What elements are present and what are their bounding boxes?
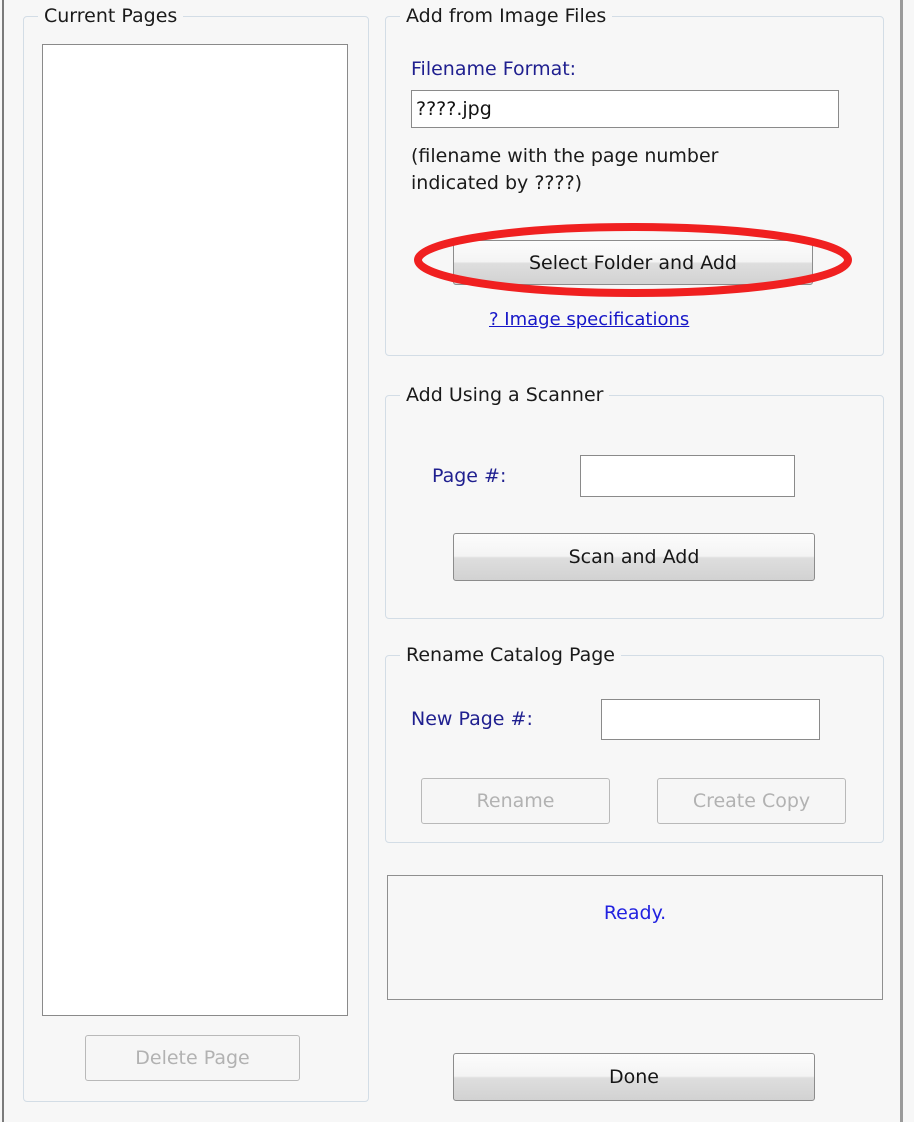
- image-specifications-link[interactable]: ? Image specifications: [489, 309, 689, 330]
- scan-and-add-button[interactable]: Scan and Add: [453, 533, 815, 581]
- add-using-scanner-group-title: Add Using a Scanner: [400, 385, 610, 406]
- filename-format-hint-line-1: (filename with the page number: [411, 145, 719, 167]
- page-number-label: Page #:: [432, 465, 507, 487]
- rename-catalog-page-group-title: Rename Catalog Page: [400, 645, 621, 666]
- filename-format-input[interactable]: ????.jpg: [411, 90, 839, 128]
- create-copy-button[interactable]: Create Copy: [657, 778, 846, 824]
- scan-and-add-button-label: Scan and Add: [568, 546, 700, 568]
- page-number-input[interactable]: [580, 455, 795, 497]
- add-from-image-files-group-title: Add from Image Files: [400, 6, 613, 27]
- new-page-number-input[interactable]: [601, 699, 820, 740]
- filename-format-label: Filename Format:: [411, 58, 577, 80]
- filename-format-hint-line-2: indicated by ????): [411, 172, 583, 194]
- filename-format-hint: (filename with the page number indicated…: [411, 143, 831, 197]
- select-folder-and-add-button[interactable]: Select Folder and Add: [453, 240, 813, 285]
- done-button-label: Done: [609, 1066, 659, 1088]
- window-edge-right: [900, 0, 903, 1122]
- filename-format-input-value: ????.jpg: [416, 98, 492, 120]
- create-copy-button-label: Create Copy: [692, 790, 811, 812]
- new-page-number-label: New Page #:: [411, 708, 533, 730]
- status-message: Ready.: [603, 902, 667, 924]
- status-panel: Ready.: [387, 875, 883, 1000]
- done-button[interactable]: Done: [453, 1053, 815, 1101]
- application-window: Current Pages Delete Page Add from Image…: [0, 0, 914, 1122]
- current-pages-group-title: Current Pages: [38, 6, 184, 27]
- select-folder-and-add-button-label: Select Folder and Add: [529, 251, 737, 274]
- window-edge-left: [2, 0, 4, 1122]
- add-using-scanner-group: Add Using a Scanner: [385, 385, 884, 619]
- current-pages-listbox[interactable]: [42, 44, 348, 1016]
- rename-button-label: Rename: [476, 790, 555, 812]
- delete-page-button-label: Delete Page: [135, 1047, 250, 1069]
- delete-page-button[interactable]: Delete Page: [85, 1035, 300, 1081]
- rename-button[interactable]: Rename: [421, 778, 610, 824]
